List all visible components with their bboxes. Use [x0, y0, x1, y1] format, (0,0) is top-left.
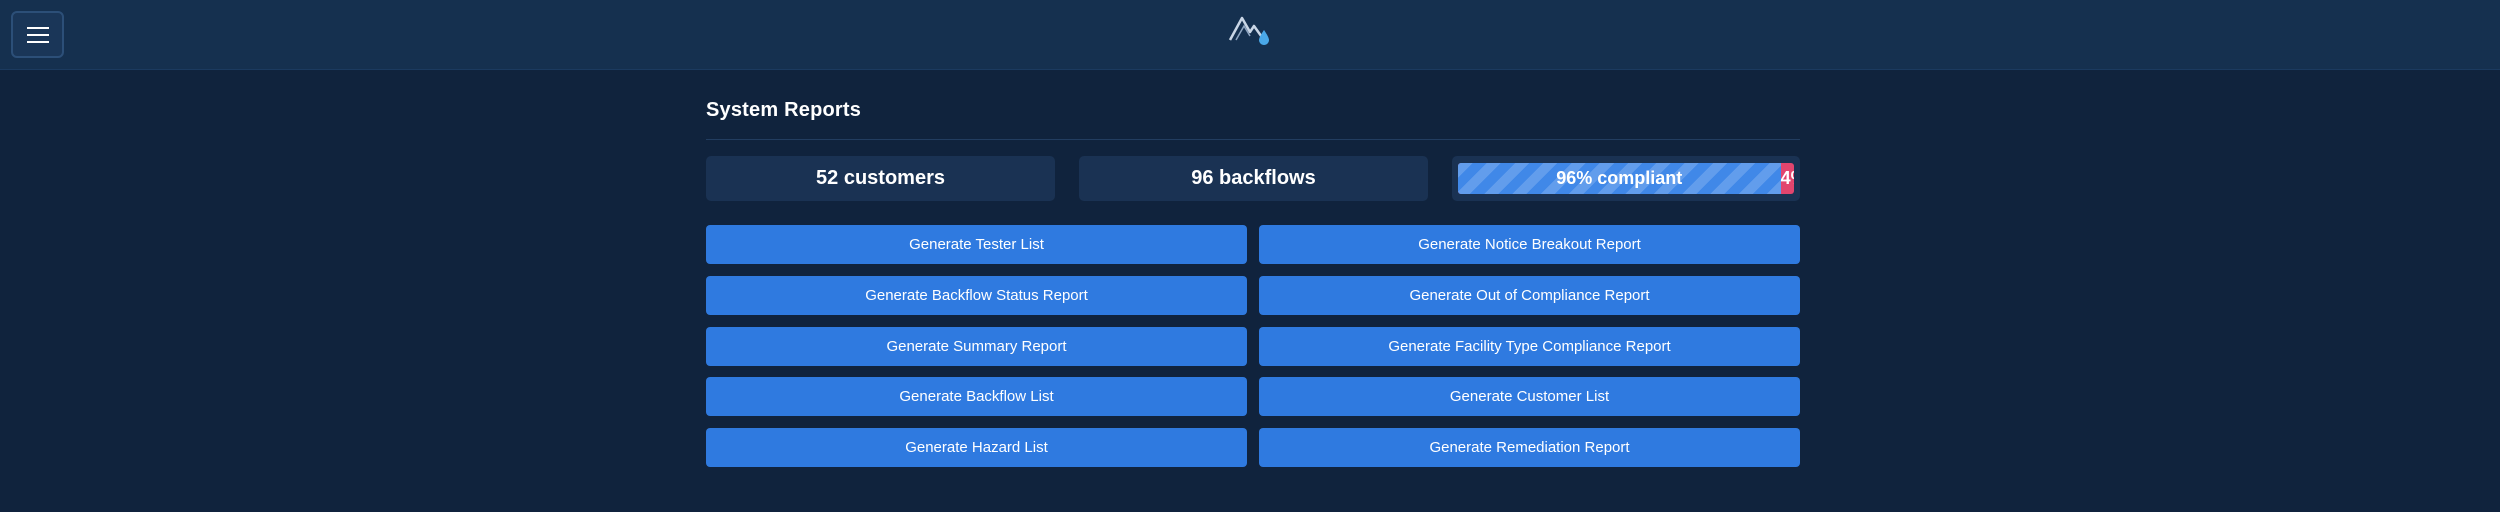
generate-facility-type-compliance-report-button[interactable]: Generate Facility Type Compliance Report [1259, 327, 1800, 366]
menu-button[interactable] [11, 11, 64, 58]
generate-summary-report-button[interactable]: Generate Summary Report [706, 327, 1247, 366]
title-divider [706, 139, 1800, 140]
compliance-stat: 96% compliant 4% [1452, 156, 1800, 201]
customers-stat: 52 customers [706, 156, 1055, 201]
generate-remediation-report-button[interactable]: Generate Remediation Report [1259, 428, 1800, 467]
top-bar [0, 0, 2500, 70]
compliant-segment: 96% compliant [1458, 163, 1781, 194]
generate-customer-list-button[interactable]: Generate Customer List [1259, 377, 1800, 416]
hamburger-icon [26, 26, 49, 43]
compliance-progress-bar: 96% compliant 4% [1458, 163, 1794, 194]
noncompliant-segment: 4% [1780, 168, 1794, 188]
backflows-stat: 96 backflows [1079, 156, 1428, 201]
generate-backflow-status-report-button[interactable]: Generate Backflow Status Report [706, 276, 1247, 315]
app-logo-icon[interactable] [1228, 12, 1274, 48]
generate-hazard-list-button[interactable]: Generate Hazard List [706, 428, 1247, 467]
generate-out-of-compliance-report-button[interactable]: Generate Out of Compliance Report [1259, 276, 1800, 315]
generate-tester-list-button[interactable]: Generate Tester List [706, 225, 1247, 264]
page-title: System Reports [706, 99, 862, 121]
generate-backflow-list-button[interactable]: Generate Backflow List [706, 377, 1247, 416]
generate-notice-breakout-report-button[interactable]: Generate Notice Breakout Report [1259, 225, 1800, 264]
